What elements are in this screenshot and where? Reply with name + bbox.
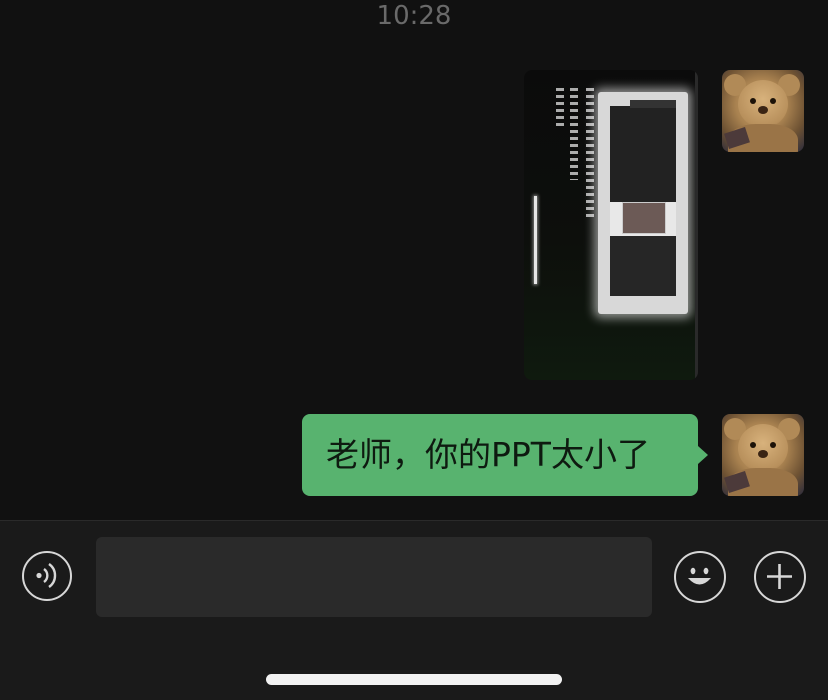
teddy-bear-avatar-icon [770,442,776,448]
image-detail [695,70,698,380]
teddy-bear-avatar-icon [738,424,788,472]
text-message-bubble[interactable]: 老师，你的PPT太小了 [302,414,698,496]
voice-button[interactable] [22,551,72,601]
image-detail [630,100,676,108]
voice-icon [36,563,57,588]
image-detail [534,196,537,284]
image-detail [556,88,564,128]
message-input-bar [0,520,828,700]
image-detail [570,88,578,180]
user-avatar[interactable] [722,70,804,152]
chat-screen: 10:28 老师，你的PPT太小了 [0,0,828,700]
home-indicator[interactable] [266,674,562,685]
plus-icon [767,564,792,589]
bubble-tail [698,446,708,464]
teddy-bear-avatar-icon [750,442,756,448]
emoji-icon [688,567,711,585]
plus-button[interactable] [754,551,806,603]
teddy-bear-avatar-icon [750,98,756,104]
teddy-bear-avatar-icon [758,450,768,458]
image-detail [610,236,676,296]
emoji-button[interactable] [674,551,726,603]
message-input[interactable] [96,537,652,617]
teddy-bear-avatar-icon [738,80,788,128]
teddy-bear-avatar-icon [758,106,768,114]
image-detail [622,202,666,234]
message-timestamp: 10:28 [376,1,452,31]
user-avatar[interactable] [722,414,804,496]
image-message[interactable] [524,70,698,380]
image-detail [586,88,594,218]
teddy-bear-avatar-icon [770,98,776,104]
